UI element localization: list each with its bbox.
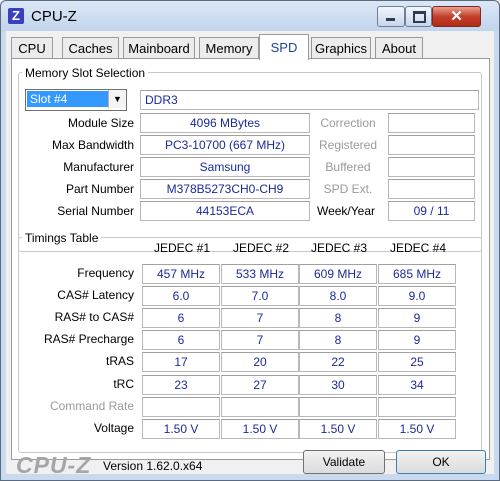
jedec-1-header: JEDEC #1 (153, 241, 211, 255)
buffered-value (388, 157, 475, 177)
timing-value: 25 (378, 352, 456, 372)
module-size-label: Module Size (67, 116, 134, 130)
jedec-4-header: JEDEC #4 (389, 241, 447, 255)
maximize-icon (413, 11, 426, 23)
slot-select-value: Slot #4 (27, 91, 109, 107)
timing-value: 30 (299, 375, 377, 395)
correction-label: Correction (320, 116, 376, 130)
close-button[interactable]: ✕ (432, 6, 481, 27)
client-area: CPU Caches Mainboard Memory SPD Graphics… (6, 31, 494, 478)
week-year-value: 09 / 11 (388, 201, 475, 221)
timing-row-label: Command Rate (49, 399, 134, 413)
timing-value: 8 (299, 330, 377, 350)
validate-button[interactable]: Validate (303, 450, 385, 474)
timing-value: 1.50 V (142, 419, 220, 439)
timing-row-label: tRC (113, 377, 134, 391)
tab-caches[interactable]: Caches (62, 37, 119, 59)
window-title: CPU-Z (31, 8, 77, 25)
timing-row-label: tRAS (105, 354, 134, 368)
maximize-button[interactable] (405, 6, 432, 27)
timing-value: 8 (299, 308, 377, 328)
timing-value: 685 MHz (378, 264, 456, 284)
memory-slot-selection-legend: Memory Slot Selection (22, 66, 149, 80)
version-text: Version 1.62.0.x64 (103, 459, 203, 473)
correction-value (388, 113, 475, 133)
serial-number-label: Serial Number (57, 204, 134, 218)
timing-row-label: CAS# Latency (57, 288, 134, 302)
chevron-down-icon[interactable]: ▼ (108, 90, 126, 108)
timings-table-legend: Timings Table (22, 231, 102, 245)
timing-value: 23 (142, 375, 220, 395)
tab-cpu[interactable]: CPU (11, 37, 53, 59)
spd-panel: Memory Slot Selection Slot #4 ▼ DDR3 Mod… (11, 58, 490, 460)
jedec-2-header: JEDEC #2 (232, 241, 290, 255)
cpuz-window: Z CPU-Z ✕ CPU Caches Mainboard Memory SP… (0, 0, 500, 481)
timing-value: 533 MHz (221, 264, 299, 284)
timing-value: 609 MHz (299, 264, 377, 284)
timing-value: 9.0 (378, 286, 456, 306)
registered-value (388, 135, 475, 155)
buffered-label: Buffered (325, 160, 371, 174)
timing-value: 20 (221, 352, 299, 372)
title-bar[interactable]: Z CPU-Z ✕ (1, 1, 499, 31)
cpuz-logo: CPU-Z (16, 452, 92, 478)
timing-row-label: Voltage (93, 421, 134, 435)
minimize-icon (386, 18, 395, 21)
tab-mainboard[interactable]: Mainboard (123, 37, 195, 59)
timing-value: 27 (221, 375, 299, 395)
tab-about[interactable]: About (375, 37, 423, 59)
tab-graphics[interactable]: Graphics (311, 37, 371, 59)
timing-value (299, 397, 377, 417)
timing-value: 8.0 (299, 286, 377, 306)
timing-value (221, 397, 299, 417)
manufacturer-label: Manufacturer (63, 160, 134, 174)
memory-type-field: DDR3 (140, 90, 479, 110)
timing-row-label: RAS# Precharge (43, 332, 134, 346)
timing-value: 7.0 (221, 286, 299, 306)
timing-value: 34 (378, 375, 456, 395)
timing-row-label: RAS# to CAS# (54, 310, 134, 324)
timing-value: 17 (142, 352, 220, 372)
part-number-value: M378B5273CH0-CH9 (140, 179, 310, 199)
registered-label: Registered (318, 138, 378, 152)
ok-button[interactable]: OK (396, 450, 486, 474)
timing-value: 6 (142, 330, 220, 350)
timing-value: 7 (221, 330, 299, 350)
tab-memory[interactable]: Memory (199, 37, 259, 59)
timing-value: 1.50 V (299, 419, 377, 439)
tab-spd[interactable]: SPD (259, 34, 309, 60)
timing-value: 457 MHz (142, 264, 220, 284)
close-icon: ✕ (450, 8, 463, 25)
slot-select[interactable]: Slot #4 ▼ (25, 89, 127, 111)
timing-value: 6 (142, 308, 220, 328)
spd-ext-label: SPD Ext. (323, 182, 373, 196)
timing-row-label: Frequency (77, 266, 134, 280)
jedec-3-header: JEDEC #3 (310, 241, 368, 255)
timing-value (378, 397, 456, 417)
timing-value: 1.50 V (221, 419, 299, 439)
cpuz-app-icon: Z (8, 8, 24, 24)
serial-number-value: 44153ECA (140, 201, 310, 221)
part-number-label: Part Number (65, 182, 134, 196)
timing-value: 22 (299, 352, 377, 372)
spd-ext-value (388, 179, 475, 199)
minimize-button[interactable] (377, 6, 405, 27)
week-year-label: Week/Year (316, 204, 376, 218)
timing-value: 7 (221, 308, 299, 328)
timing-value (142, 397, 220, 417)
timing-value: 9 (378, 330, 456, 350)
manufacturer-value: Samsung (140, 157, 310, 177)
max-bandwidth-label: Max Bandwidth (51, 138, 134, 152)
timing-value: 1.50 V (378, 419, 456, 439)
module-size-value: 4096 MBytes (140, 113, 310, 133)
timing-value: 6.0 (142, 286, 220, 306)
timing-value: 9 (378, 308, 456, 328)
max-bandwidth-value: PC3-10700 (667 MHz) (140, 135, 310, 155)
